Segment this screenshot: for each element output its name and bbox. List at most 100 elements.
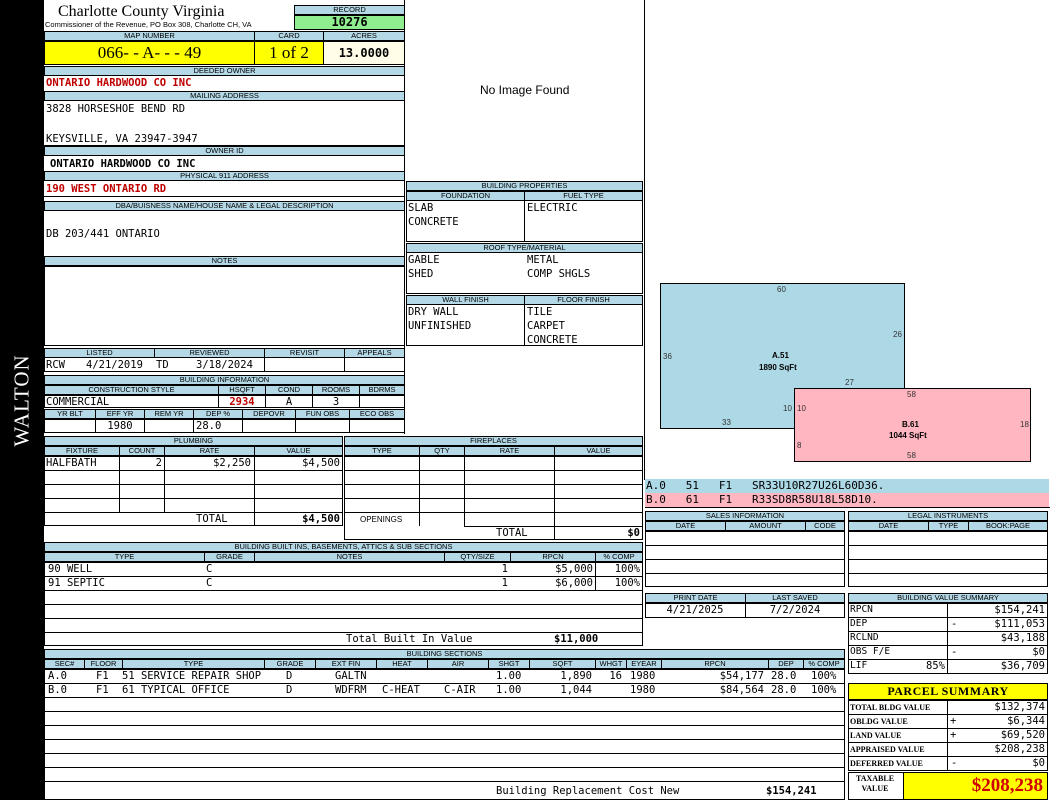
fireplace-total-label: TOTAL	[496, 527, 528, 539]
sec-row1-sqft: 1,890	[560, 670, 592, 682]
sec-row2-eyear: 1980	[630, 684, 656, 696]
mailing-line-1: 3828 HORSESHOE BEND RD	[46, 103, 186, 115]
sec-col-comp: % COMP	[803, 659, 845, 669]
sketch-a-notch-dim: 27	[845, 378, 854, 387]
ps-obldg-label: OBLDG VALUE	[850, 717, 908, 726]
sec-col-shgt: SHGT	[488, 659, 530, 669]
fireplace-col-rate: RATE	[464, 446, 555, 456]
sketch-a-bottom-dim: 33	[722, 418, 731, 427]
physical-address: 190 WEST ONTARIO RD	[46, 183, 167, 195]
fireplace-col-value: VALUE	[554, 446, 643, 456]
wall-2: UNFINISHED	[408, 320, 472, 332]
floor-2: CARPET	[527, 320, 565, 332]
owner-id-header: OWNER ID	[44, 146, 405, 156]
ps-appraised-label: APPRAISED VALUE	[850, 745, 925, 754]
sketch-a-left-dim: 36	[663, 352, 672, 361]
sketch-b-top-dim: 58	[907, 390, 916, 399]
sec-row1-grade: D	[286, 670, 293, 682]
sketch-b-leftlow-dim: 8	[797, 441, 802, 450]
plumbing-value: $4,500	[302, 457, 340, 469]
sec-row2-comp: 100%	[811, 684, 837, 696]
dep-value: 28.0	[196, 420, 222, 432]
ps-deferred-value: $0	[1032, 757, 1045, 769]
dep-header: DEP %	[193, 409, 243, 419]
fuel-1: ELECTRIC	[527, 202, 578, 214]
wall-1: DRY WALL	[408, 306, 459, 318]
sec-row1-floor: F1	[96, 670, 109, 682]
reviewed-date: 3/18/2024	[196, 359, 253, 371]
vs-rpcn-label: RPCN	[850, 604, 873, 615]
commissioner-line: Commissioner of the Revenue, PO Box 308,…	[45, 20, 252, 29]
sec-row2-air: C-AIR	[444, 684, 476, 696]
value-summary-header: BUILDING VALUE SUMMARY	[848, 593, 1048, 603]
builtin-comp-2: 100%	[614, 577, 640, 589]
ps-bldg-value: $132,374	[994, 701, 1045, 713]
sec-row2-grade: D	[286, 684, 293, 696]
legal-col-type: TYPE	[928, 521, 969, 531]
vs-dep-label: DEP	[850, 618, 868, 629]
sales-col-date: DATE	[645, 521, 726, 531]
replacement-cost-label: Building Replacement Cost New	[496, 785, 680, 797]
plumbing-col-fixture: FIXTURE	[44, 446, 120, 456]
foundation-2: CONCRETE	[408, 216, 459, 228]
builtin-qty-2: 1	[501, 577, 508, 589]
sec-col-sqft: SQFT	[529, 659, 596, 669]
replacement-cost: $154,241	[766, 785, 817, 797]
sec-row2-floor: F1	[96, 684, 109, 696]
plumbing-fixture: HALFBATH	[46, 457, 97, 469]
ps-obldg-value: $6,344	[1007, 715, 1045, 727]
sketch-line-a: A.0 51 F1 SR33U10R27U26L60D36.	[645, 479, 1049, 493]
acres-value: 13.0000	[323, 41, 405, 65]
fireplaces-header: FIREPLACES	[344, 436, 643, 446]
notes-box	[44, 266, 405, 346]
sales-col-amount: AMOUNT	[725, 521, 806, 531]
building-info-header: BUILDING INFORMATION	[44, 375, 405, 385]
sec-col-grade: GRADE	[264, 659, 316, 669]
record-value: 10276	[294, 15, 405, 30]
card-value: 1 of 2	[254, 41, 324, 65]
owner-id: ONTARIO HARDWOOD CO INC	[50, 158, 196, 170]
funobs-header: FUN OBS	[295, 409, 350, 419]
sec-col-dep: DEP	[768, 659, 804, 669]
ps-land-value: $69,520	[1000, 729, 1045, 741]
plumbing-col-rate: RATE	[164, 446, 255, 456]
sec-col-eyear: EYEAR	[626, 659, 662, 669]
sections-header: BUILDING SECTIONS	[44, 649, 845, 659]
effyr-value: 1980	[107, 420, 133, 432]
card-header: CARD	[254, 31, 324, 41]
listed-date: 4/21/2019	[86, 359, 143, 371]
plumbing-total-label: TOTAL	[196, 513, 228, 525]
fireplace-col-qty: QTY	[419, 446, 465, 456]
depovr-header: DEPOVR	[242, 409, 296, 419]
plumbing-header: PLUMBING	[44, 436, 343, 446]
sketch-line-b: B.0 61 F1 R33SD8R58U18L58D10.	[645, 493, 1049, 507]
sec-row1-shgt: 1.00	[496, 670, 522, 682]
remyr-header: REM YR	[144, 409, 194, 419]
reviewed-by: TD	[156, 359, 169, 371]
builtins-header: BUILDING BUILT INS, BASEMENTS, ATTICS & …	[44, 542, 643, 552]
county-title: Charlotte County Virginia	[58, 3, 225, 20]
vs-lif-label: LIF	[850, 660, 868, 671]
sales-col-code: CODE	[805, 521, 845, 531]
building-properties-header: BUILDING PROPERTIES	[406, 181, 643, 191]
vs-obs-label: OBS F/E	[850, 646, 891, 657]
sec-row1-type: 51 SERVICE REPAIR SHOP	[122, 670, 262, 682]
sketch-a-right-dim: 26	[893, 330, 902, 339]
legal-col-book: BOOK:PAGE	[968, 521, 1048, 531]
print-date: 4/21/2025	[666, 604, 724, 616]
no-image-text: No Image Found	[480, 83, 570, 97]
sketch-b-left-dim: 10	[797, 404, 806, 413]
builtin-grade-2: C	[206, 577, 213, 589]
plumbing-count: 2	[155, 457, 162, 469]
rooms-header: ROOMS	[312, 385, 360, 395]
last-saved: 7/2/2024	[769, 604, 821, 616]
sketch-a-top-dim: 60	[777, 285, 786, 294]
sec-col-air: AIR	[427, 659, 489, 669]
deeded-owner: ONTARIO HARDWOOD CO INC	[46, 77, 192, 89]
roof-left-1: GABLE	[408, 254, 440, 266]
builtin-rpcn-2: $6,000	[555, 577, 593, 589]
sec-row1-whgt: 16	[609, 670, 622, 682]
sec-row1-dep: 28.0	[771, 670, 797, 682]
vs-lif-pct: 85%	[926, 660, 945, 672]
vs-rclnd-label: RCLND	[850, 632, 879, 643]
